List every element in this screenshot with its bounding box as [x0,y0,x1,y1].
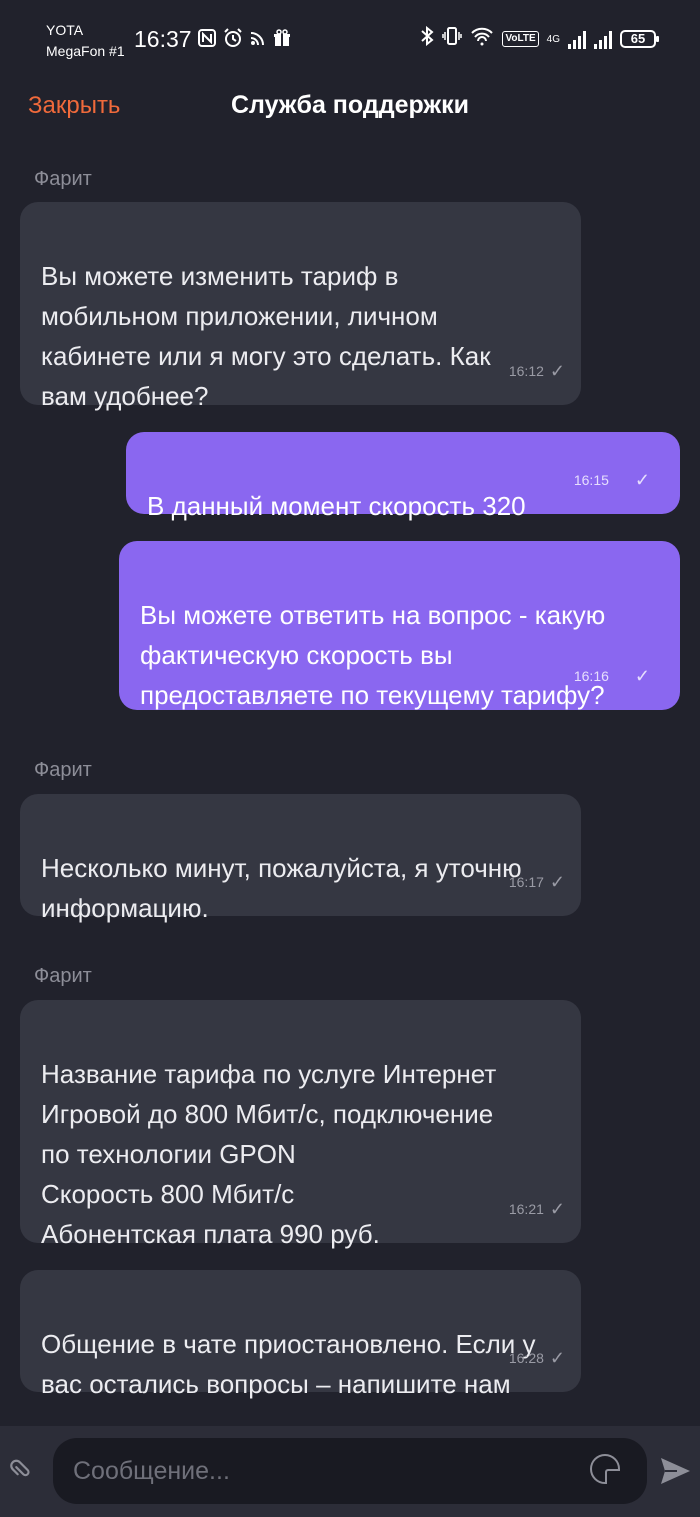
cast-icon [250,30,266,52]
message-text: Вы можете изменить тариф в мобильном при… [41,261,491,411]
volte-badge: VoLTE [502,31,539,47]
message-time: 16:16 [573,668,609,684]
sticker-icon[interactable] [590,1454,620,1484]
check-icon: ✓ [549,872,565,892]
notification-icons [198,28,291,54]
message-bubble-incoming: Вы можете изменить тариф в мобильном при… [20,202,581,411]
message-bubble-outgoing: В данный момент скорость 320 16:15 ✓ [126,432,680,521]
send-icon[interactable] [658,1454,692,1488]
check-icon: ✓ [634,666,650,686]
status-time: 16:37 [134,26,192,52]
message-meta: 16:21 ✓ [509,1189,565,1229]
message-bubble-incoming: Название тарифа по услуге Интернет Игров… [20,1000,581,1249]
attach-icon[interactable] [2,1452,44,1494]
battery-icon: 65 [620,30,659,48]
message-bubble-system: Общение в чате приостановлено. Если у ва… [20,1270,581,1399]
gift-icon [273,29,291,53]
check-icon: ✓ [634,470,650,490]
nfc-icon [198,29,216,53]
check-icon: ✓ [549,1348,565,1368]
bluetooth-icon [420,25,435,52]
alarm-icon [223,28,243,54]
message-time: 16:12 [508,363,544,379]
message-text: Вы можете ответить на вопрос - какую фак… [140,600,606,710]
message-composer [0,1426,700,1517]
message-time: 16:21 [508,1201,544,1217]
message-time: 16:17 [508,874,544,890]
network-type: 4G [546,33,560,45]
message-input[interactable] [53,1438,647,1504]
signal-bars-1-icon [568,29,586,49]
wifi-icon [470,26,494,52]
sender-name: Фарит [34,965,92,987]
message-meta: 16:15 ✓ [574,460,650,500]
page-title: Служба поддержки [230,91,470,119]
message-text: Название тарифа по услуге Интернет Игров… [41,1059,497,1249]
signal-bars-2-icon [594,29,612,49]
check-icon: ✓ [549,1199,565,1219]
message-bubble-incoming: Несколько минут, пожалуйста, я уточню ин… [20,794,581,923]
message-text: В данный момент скорость 320 [147,491,526,521]
check-icon: ✓ [549,361,565,381]
message-text: Несколько минут, пожалуйста, я уточню ин… [41,853,522,923]
message-meta: 16:28 ✓ [509,1338,565,1378]
sender-name: Фарит [34,759,92,781]
carrier-name-1: YOTA [46,22,84,38]
sender-name: Фарит [34,168,92,190]
chat-header: Закрыть Служба поддержки [0,78,700,136]
carrier-name-2: MegaFon #1 [46,43,125,59]
message-bubble-outgoing: Вы можете ответить на вопрос - какую фак… [119,541,680,710]
message-text: Общение в чате приостановлено. Если у ва… [41,1329,536,1399]
message-meta: 16:16 ✓ [574,656,650,696]
message-time: 16:15 [573,472,609,488]
message-meta: 16:17 ✓ [509,862,565,902]
message-meta: 16:12 ✓ [509,351,565,391]
status-bar: YOTA MegaFon #1 16:37 VoLTE 4G 65 [0,0,700,78]
carrier-info: YOTA MegaFon #1 [46,20,125,62]
message-time: 16:28 [508,1350,544,1366]
system-icons: VoLTE 4G 65 [420,25,659,52]
vibrate-icon [442,26,463,52]
